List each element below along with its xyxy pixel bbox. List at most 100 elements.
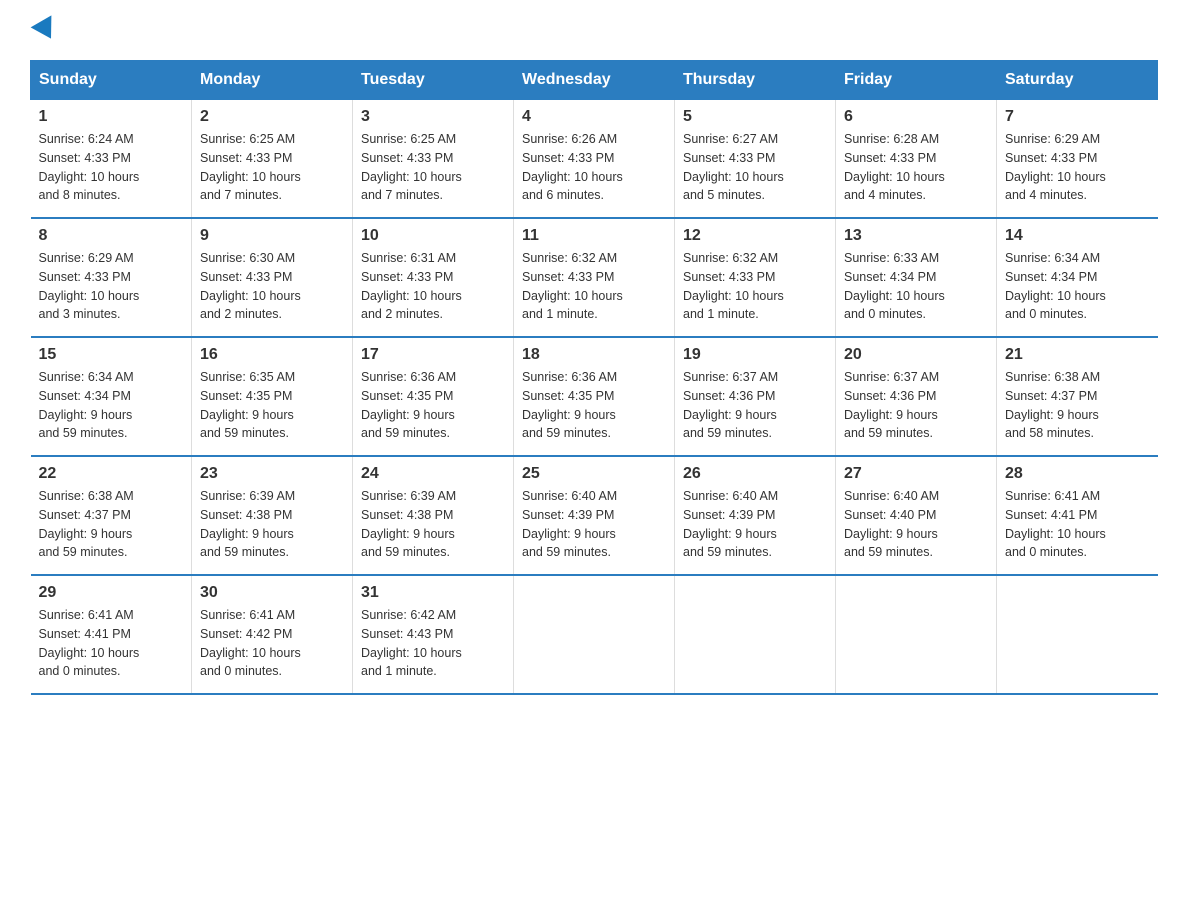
day-number: 17 — [361, 346, 505, 364]
calendar-week-row: 29 Sunrise: 6:41 AMSunset: 4:41 PMDaylig… — [31, 575, 1158, 694]
calendar-day-cell: 14 Sunrise: 6:34 AMSunset: 4:34 PMDaylig… — [997, 218, 1158, 337]
day-number: 20 — [844, 346, 988, 364]
day-info: Sunrise: 6:25 AMSunset: 4:33 PMDaylight:… — [200, 132, 301, 202]
day-info: Sunrise: 6:28 AMSunset: 4:33 PMDaylight:… — [844, 132, 945, 202]
day-number: 14 — [1005, 227, 1150, 245]
calendar-day-header: Tuesday — [353, 61, 514, 100]
day-number: 18 — [522, 346, 666, 364]
day-info: Sunrise: 6:33 AMSunset: 4:34 PMDaylight:… — [844, 251, 945, 321]
day-info: Sunrise: 6:41 AMSunset: 4:41 PMDaylight:… — [1005, 489, 1106, 559]
day-info: Sunrise: 6:38 AMSunset: 4:37 PMDaylight:… — [39, 489, 134, 559]
calendar-day-header: Friday — [836, 61, 997, 100]
day-info: Sunrise: 6:39 AMSunset: 4:38 PMDaylight:… — [200, 489, 295, 559]
day-number: 30 — [200, 584, 344, 602]
calendar-day-cell: 6 Sunrise: 6:28 AMSunset: 4:33 PMDayligh… — [836, 100, 997, 219]
calendar-day-cell: 23 Sunrise: 6:39 AMSunset: 4:38 PMDaylig… — [192, 456, 353, 575]
calendar-day-cell: 24 Sunrise: 6:39 AMSunset: 4:38 PMDaylig… — [353, 456, 514, 575]
calendar-day-cell: 21 Sunrise: 6:38 AMSunset: 4:37 PMDaylig… — [997, 337, 1158, 456]
day-info: Sunrise: 6:40 AMSunset: 4:39 PMDaylight:… — [522, 489, 617, 559]
day-info: Sunrise: 6:29 AMSunset: 4:33 PMDaylight:… — [39, 251, 140, 321]
day-info: Sunrise: 6:27 AMSunset: 4:33 PMDaylight:… — [683, 132, 784, 202]
day-number: 27 — [844, 465, 988, 483]
day-number: 1 — [39, 108, 184, 126]
calendar-table: SundayMondayTuesdayWednesdayThursdayFrid… — [30, 60, 1158, 695]
day-number: 4 — [522, 108, 666, 126]
calendar-day-cell — [997, 575, 1158, 694]
day-number: 8 — [39, 227, 184, 245]
page-header — [30, 20, 1158, 40]
calendar-week-row: 15 Sunrise: 6:34 AMSunset: 4:34 PMDaylig… — [31, 337, 1158, 456]
calendar-day-cell: 25 Sunrise: 6:40 AMSunset: 4:39 PMDaylig… — [514, 456, 675, 575]
day-number: 10 — [361, 227, 505, 245]
calendar-day-cell: 4 Sunrise: 6:26 AMSunset: 4:33 PMDayligh… — [514, 100, 675, 219]
day-number: 28 — [1005, 465, 1150, 483]
calendar-day-cell: 1 Sunrise: 6:24 AMSunset: 4:33 PMDayligh… — [31, 100, 192, 219]
day-info: Sunrise: 6:40 AMSunset: 4:39 PMDaylight:… — [683, 489, 778, 559]
day-number: 6 — [844, 108, 988, 126]
calendar-day-cell: 31 Sunrise: 6:42 AMSunset: 4:43 PMDaylig… — [353, 575, 514, 694]
day-number: 7 — [1005, 108, 1150, 126]
calendar-day-cell: 9 Sunrise: 6:30 AMSunset: 4:33 PMDayligh… — [192, 218, 353, 337]
day-info: Sunrise: 6:37 AMSunset: 4:36 PMDaylight:… — [683, 370, 778, 440]
calendar-day-cell: 13 Sunrise: 6:33 AMSunset: 4:34 PMDaylig… — [836, 218, 997, 337]
calendar-day-cell: 2 Sunrise: 6:25 AMSunset: 4:33 PMDayligh… — [192, 100, 353, 219]
day-info: Sunrise: 6:32 AMSunset: 4:33 PMDaylight:… — [683, 251, 784, 321]
logo — [30, 20, 58, 40]
logo-triangle-icon — [31, 15, 62, 44]
calendar-day-cell — [675, 575, 836, 694]
day-number: 5 — [683, 108, 827, 126]
calendar-day-cell: 5 Sunrise: 6:27 AMSunset: 4:33 PMDayligh… — [675, 100, 836, 219]
day-number: 16 — [200, 346, 344, 364]
calendar-day-cell: 30 Sunrise: 6:41 AMSunset: 4:42 PMDaylig… — [192, 575, 353, 694]
calendar-day-cell: 7 Sunrise: 6:29 AMSunset: 4:33 PMDayligh… — [997, 100, 1158, 219]
calendar-day-cell: 10 Sunrise: 6:31 AMSunset: 4:33 PMDaylig… — [353, 218, 514, 337]
day-info: Sunrise: 6:40 AMSunset: 4:40 PMDaylight:… — [844, 489, 939, 559]
day-number: 3 — [361, 108, 505, 126]
calendar-day-cell: 16 Sunrise: 6:35 AMSunset: 4:35 PMDaylig… — [192, 337, 353, 456]
day-info: Sunrise: 6:31 AMSunset: 4:33 PMDaylight:… — [361, 251, 462, 321]
day-number: 25 — [522, 465, 666, 483]
day-info: Sunrise: 6:32 AMSunset: 4:33 PMDaylight:… — [522, 251, 623, 321]
day-number: 2 — [200, 108, 344, 126]
day-info: Sunrise: 6:39 AMSunset: 4:38 PMDaylight:… — [361, 489, 456, 559]
day-info: Sunrise: 6:24 AMSunset: 4:33 PMDaylight:… — [39, 132, 140, 202]
day-number: 21 — [1005, 346, 1150, 364]
day-number: 22 — [39, 465, 184, 483]
day-info: Sunrise: 6:36 AMSunset: 4:35 PMDaylight:… — [361, 370, 456, 440]
day-number: 12 — [683, 227, 827, 245]
day-number: 29 — [39, 584, 184, 602]
calendar-week-row: 22 Sunrise: 6:38 AMSunset: 4:37 PMDaylig… — [31, 456, 1158, 575]
day-info: Sunrise: 6:26 AMSunset: 4:33 PMDaylight:… — [522, 132, 623, 202]
calendar-day-header: Saturday — [997, 61, 1158, 100]
day-info: Sunrise: 6:34 AMSunset: 4:34 PMDaylight:… — [1005, 251, 1106, 321]
day-number: 31 — [361, 584, 505, 602]
day-info: Sunrise: 6:25 AMSunset: 4:33 PMDaylight:… — [361, 132, 462, 202]
day-info: Sunrise: 6:36 AMSunset: 4:35 PMDaylight:… — [522, 370, 617, 440]
calendar-day-header: Monday — [192, 61, 353, 100]
day-number: 11 — [522, 227, 666, 245]
day-number: 23 — [200, 465, 344, 483]
day-info: Sunrise: 6:30 AMSunset: 4:33 PMDaylight:… — [200, 251, 301, 321]
calendar-day-cell: 18 Sunrise: 6:36 AMSunset: 4:35 PMDaylig… — [514, 337, 675, 456]
day-number: 19 — [683, 346, 827, 364]
calendar-day-cell: 11 Sunrise: 6:32 AMSunset: 4:33 PMDaylig… — [514, 218, 675, 337]
calendar-day-cell — [514, 575, 675, 694]
day-info: Sunrise: 6:38 AMSunset: 4:37 PMDaylight:… — [1005, 370, 1100, 440]
calendar-week-row: 1 Sunrise: 6:24 AMSunset: 4:33 PMDayligh… — [31, 100, 1158, 219]
calendar-week-row: 8 Sunrise: 6:29 AMSunset: 4:33 PMDayligh… — [31, 218, 1158, 337]
day-info: Sunrise: 6:29 AMSunset: 4:33 PMDaylight:… — [1005, 132, 1106, 202]
day-number: 24 — [361, 465, 505, 483]
calendar-day-cell: 8 Sunrise: 6:29 AMSunset: 4:33 PMDayligh… — [31, 218, 192, 337]
calendar-day-cell: 20 Sunrise: 6:37 AMSunset: 4:36 PMDaylig… — [836, 337, 997, 456]
calendar-day-cell: 3 Sunrise: 6:25 AMSunset: 4:33 PMDayligh… — [353, 100, 514, 219]
calendar-header-row: SundayMondayTuesdayWednesdayThursdayFrid… — [31, 61, 1158, 100]
calendar-day-cell: 19 Sunrise: 6:37 AMSunset: 4:36 PMDaylig… — [675, 337, 836, 456]
day-info: Sunrise: 6:42 AMSunset: 4:43 PMDaylight:… — [361, 608, 462, 678]
day-info: Sunrise: 6:41 AMSunset: 4:42 PMDaylight:… — [200, 608, 301, 678]
day-number: 9 — [200, 227, 344, 245]
calendar-day-header: Thursday — [675, 61, 836, 100]
calendar-day-cell: 29 Sunrise: 6:41 AMSunset: 4:41 PMDaylig… — [31, 575, 192, 694]
calendar-day-cell: 17 Sunrise: 6:36 AMSunset: 4:35 PMDaylig… — [353, 337, 514, 456]
calendar-day-cell: 15 Sunrise: 6:34 AMSunset: 4:34 PMDaylig… — [31, 337, 192, 456]
calendar-day-cell: 27 Sunrise: 6:40 AMSunset: 4:40 PMDaylig… — [836, 456, 997, 575]
